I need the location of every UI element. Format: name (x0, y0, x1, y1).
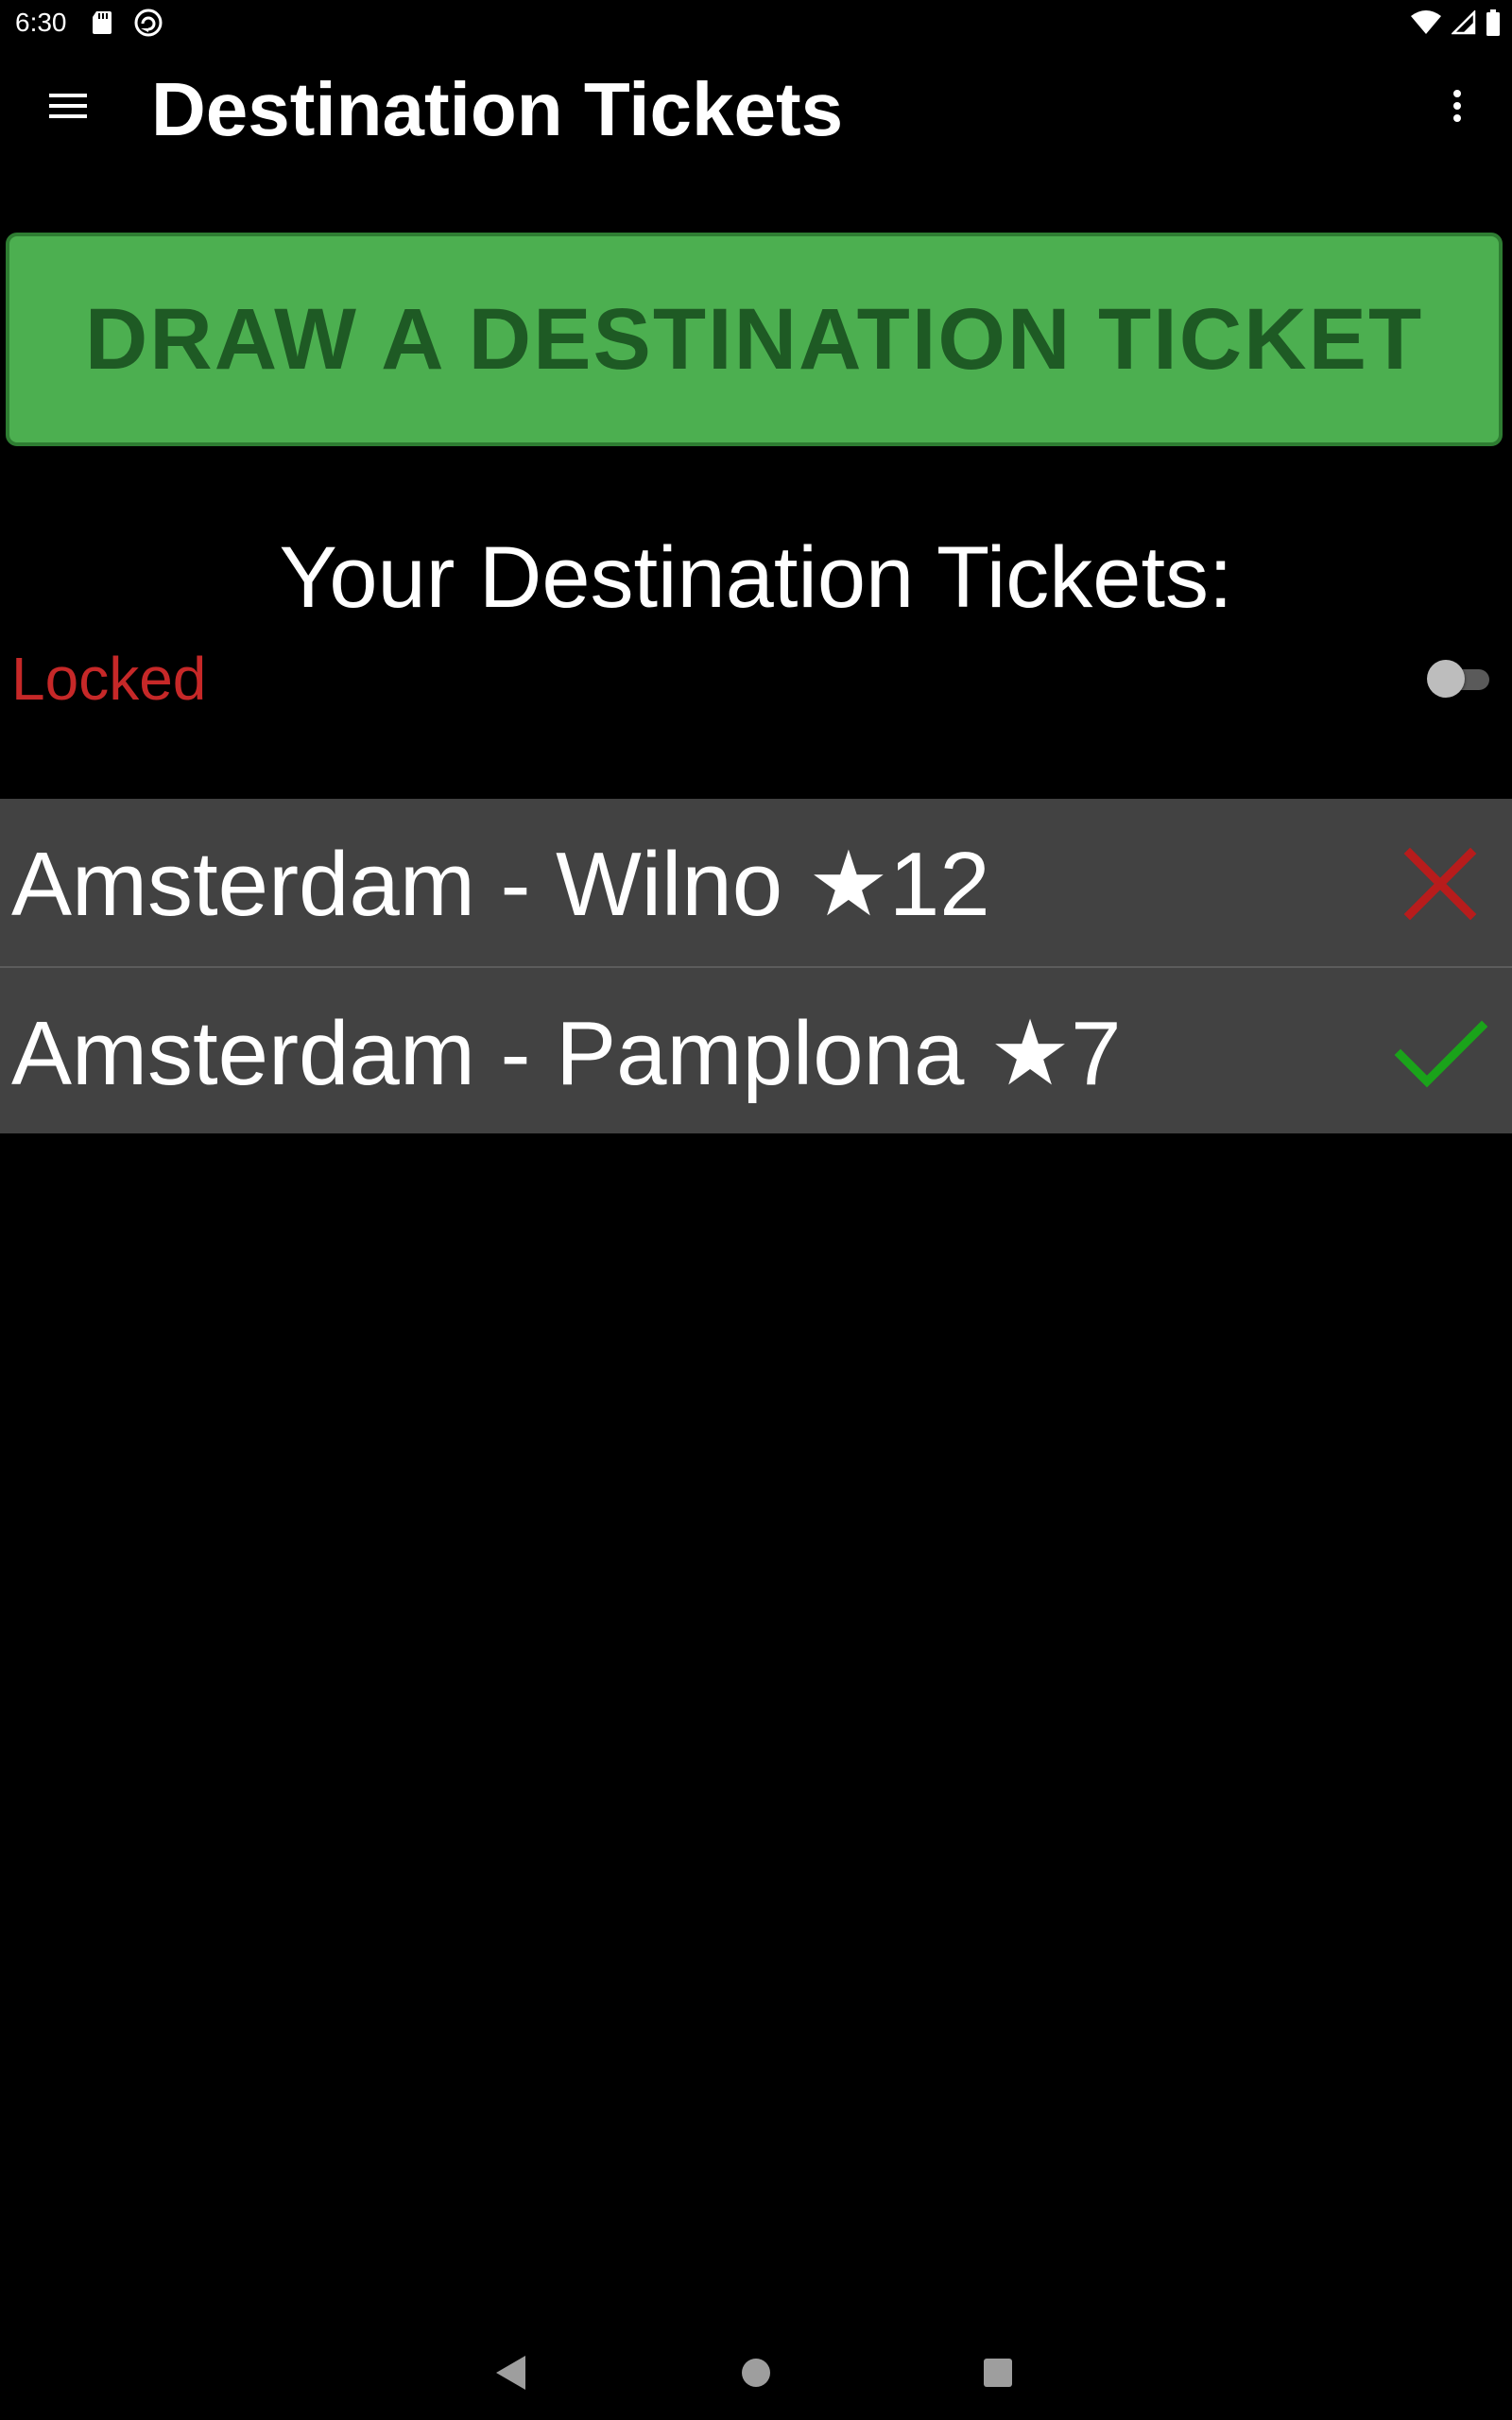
draw-ticket-button-label: DRAW A DESTINATION TICKET (84, 290, 1424, 388)
close-icon (1403, 847, 1477, 921)
wifi-icon (1411, 10, 1441, 34)
status-bar: 6:30 (0, 0, 1512, 45)
ticket-row[interactable]: Amsterdam - Wilno ★12 (0, 799, 1512, 966)
overflow-menu-button[interactable] (1427, 76, 1487, 136)
lock-toggle-switch[interactable] (1427, 660, 1491, 698)
recents-icon[interactable] (983, 2358, 1013, 2388)
status-time: 6:30 (15, 8, 67, 37)
ticket-row[interactable]: Amsterdam - Pamplona ★7 (0, 966, 1512, 1133)
system-nav-bar (0, 2329, 1512, 2420)
page-title: Destination Tickets (151, 67, 844, 151)
check-icon (1394, 1020, 1487, 1088)
tickets-heading: Your Destination Tickets: (279, 529, 1233, 626)
back-icon[interactable] (493, 2354, 527, 2392)
battery-icon (1486, 9, 1500, 36)
draw-ticket-button[interactable]: DRAW A DESTINATION TICKET (6, 233, 1503, 446)
home-icon[interactable] (741, 2358, 771, 2388)
sd-card-icon (93, 11, 112, 34)
ticket-label: Amsterdam - Wilno ★12 (11, 834, 990, 935)
ticket-list: Amsterdam - Wilno ★12 Amsterdam - Pamplo… (0, 799, 1512, 1133)
locked-label: Locked (11, 645, 207, 713)
sync-icon (134, 9, 163, 37)
cell-signal-icon (1452, 10, 1476, 35)
hamburger-menu-icon (49, 94, 87, 118)
app-bar: Destination Tickets (0, 45, 1512, 166)
ticket-label: Amsterdam - Pamplona ★7 (11, 1003, 1122, 1104)
menu-button[interactable] (38, 76, 98, 136)
more-vert-icon (1453, 90, 1461, 122)
lock-switch-thumb (1427, 660, 1465, 698)
